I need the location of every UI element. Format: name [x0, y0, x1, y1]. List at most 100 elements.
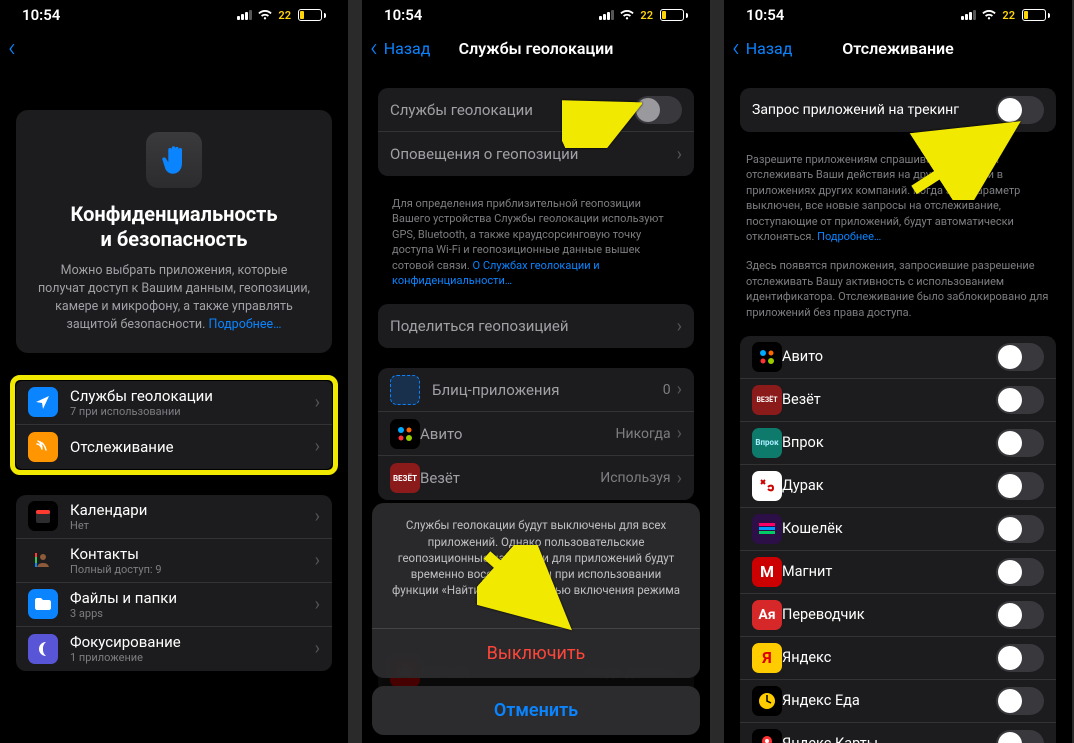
row-app-8[interactable]: Яндекс Еда — [740, 680, 1056, 723]
app-tracking-toggle[interactable] — [996, 515, 1044, 543]
row-tracking-toggle[interactable]: Запрос приложений на трекинг — [740, 88, 1056, 132]
chevron-right-icon: › — [677, 423, 682, 444]
row-label: Оповещения о геопозиции — [390, 145, 677, 163]
status-time: 10:54 — [746, 6, 784, 24]
row-tracking[interactable]: Отслеживание › — [16, 425, 332, 469]
screen-privacy: 10:54 22 ‹ Конфиденциальностьи безопасно… — [0, 0, 348, 743]
row-app-6[interactable]: АяПереводчик — [740, 594, 1056, 637]
chevron-right-icon: › — [315, 392, 320, 413]
chevron-right-icon: › — [315, 594, 320, 615]
app-icon: Впрок — [752, 428, 782, 458]
signal-icon — [599, 10, 614, 20]
tracking-apps-list: АвитоВЕЗЁТВезётВпрокВпрокДуракКошелёкММа… — [740, 336, 1056, 743]
app-tracking-toggle[interactable] — [996, 429, 1044, 457]
row-app-9[interactable]: Яндекс Карты — [740, 723, 1056, 743]
row-label: Авито — [782, 348, 996, 365]
location-arrow-icon — [28, 387, 58, 417]
app-tracking-toggle[interactable] — [996, 472, 1044, 500]
privacy-header-title: Конфиденциальностьи безопасность — [32, 202, 316, 252]
app-clips-icon — [390, 375, 420, 405]
back-chevron-icon[interactable]: ‹ — [0, 33, 22, 63]
row-label: Блиц-приложения — [432, 381, 663, 399]
row-label: Кошелёк — [782, 520, 996, 537]
wifi-icon — [981, 9, 997, 21]
battery-icon — [1022, 9, 1050, 21]
chevron-right-icon: › — [315, 550, 320, 571]
privacy-header-desc: Можно выбрать приложения, которые получа… — [32, 262, 316, 335]
app-tracking-toggle[interactable] — [996, 644, 1044, 672]
battery-icon — [298, 9, 326, 21]
row-label: Яндекс Карты — [782, 735, 996, 743]
back-button[interactable]: Назад — [746, 39, 793, 58]
row-app-7[interactable]: ЯЯндекс — [740, 637, 1056, 680]
row-location-alerts[interactable]: Оповещения о геопозиции › — [378, 132, 694, 176]
location-description: Для определения приблизительной геопозиц… — [362, 196, 710, 304]
row-sublabel: Полный доступ: 9 — [70, 563, 315, 576]
row-sublabel: 7 при использовании — [70, 405, 315, 418]
share-location-group: Поделиться геопозицией › — [378, 304, 694, 348]
row-app-clips[interactable]: Блиц-приложения 0 › — [378, 368, 694, 412]
sheet-message: Службы геолокации будут выключены для вс… — [372, 503, 700, 629]
back-button[interactable]: Назад — [384, 39, 431, 58]
app-tracking-toggle[interactable] — [996, 558, 1044, 586]
row-location-services[interactable]: Службы геолокации 7 при использовании › — [16, 381, 332, 425]
row-location-toggle[interactable]: Службы геолокации — [378, 88, 694, 132]
back-chevron-icon[interactable]: ‹ — [724, 33, 746, 63]
row-calendars[interactable]: КалендариНет › — [16, 495, 332, 539]
tracking-description-1: Разрешите приложениям спрашивать, можно … — [724, 152, 1072, 258]
row-sublabel: 1 приложение — [70, 651, 315, 664]
learn-more-link[interactable]: Подробнее… — [209, 317, 282, 332]
row-app-2[interactable]: ВпрокВпрок — [740, 422, 1056, 465]
row-avito[interactable]: Авито Никогда › — [378, 412, 694, 456]
row-focus[interactable]: Фокусирование1 приложение › — [16, 627, 332, 671]
row-label: Яндекс Еда — [782, 692, 996, 709]
app-tracking-toggle[interactable] — [996, 730, 1044, 743]
row-label: Отслеживание — [70, 438, 315, 456]
app-tracking-toggle[interactable] — [996, 386, 1044, 414]
chevron-right-icon: › — [315, 638, 320, 659]
row-label: Переводчик — [782, 606, 996, 623]
row-files[interactable]: Файлы и папки3 apps › — [16, 583, 332, 627]
location-apps-list: Блиц-приложения 0 › Авито Никогда › ВЕЗЁ… — [378, 368, 694, 500]
row-app-5[interactable]: ММагнит — [740, 551, 1056, 594]
row-app-4[interactable]: Кошелёк — [740, 508, 1056, 551]
tracking-description-2: Здесь появятся приложения, запросившие р… — [724, 258, 1072, 336]
location-services-toggle[interactable] — [634, 96, 682, 124]
row-label: Службы геолокации — [70, 387, 315, 405]
learn-more-link[interactable]: Подробнее… — [817, 230, 881, 243]
row-label: Фокусирование — [70, 633, 315, 651]
row-contacts[interactable]: КонтактыПолный доступ: 9 › — [16, 539, 332, 583]
row-label: Авито — [420, 425, 616, 443]
battery-percent: 22 — [1002, 9, 1015, 22]
chevron-right-icon: › — [677, 144, 682, 165]
privacy-hand-icon — [146, 132, 202, 188]
row-app-0[interactable]: Авито — [740, 336, 1056, 379]
row-app-3[interactable]: Дурак — [740, 465, 1056, 508]
row-label: Впрок — [782, 434, 996, 451]
app-icon: М — [752, 557, 782, 587]
cancel-button[interactable]: Отменить — [372, 686, 700, 735]
chevron-right-icon: › — [677, 316, 682, 337]
app-icon: Я — [752, 643, 782, 673]
moon-icon — [28, 634, 58, 664]
app-icon: ВЕЗЁТ — [752, 385, 782, 415]
row-label: Контакты — [70, 545, 315, 563]
app-icon — [752, 514, 782, 544]
row-app-1[interactable]: ВЕЗЁТВезёт — [740, 379, 1056, 422]
calendar-icon — [28, 501, 58, 531]
turn-off-button[interactable]: Выключить — [372, 629, 700, 678]
status-time: 10:54 — [22, 6, 60, 24]
app-tracking-toggle[interactable] — [996, 687, 1044, 715]
status-time: 10:54 — [384, 6, 422, 24]
row-value: 0 — [663, 382, 671, 398]
back-chevron-icon[interactable]: ‹ — [362, 33, 384, 63]
row-share-location[interactable]: Поделиться геопозицией › — [378, 304, 694, 348]
app-tracking-toggle[interactable] — [996, 601, 1044, 629]
chevron-right-icon: › — [315, 506, 320, 527]
chevron-right-icon: › — [677, 379, 682, 400]
row-label: Календари — [70, 501, 315, 519]
tracking-request-toggle[interactable] — [996, 96, 1044, 124]
app-tracking-toggle[interactable] — [996, 343, 1044, 371]
nav-bar: ‹ Назад Отслеживание — [724, 26, 1072, 70]
row-vezet[interactable]: ВЕЗЁТ Везёт Используя › — [378, 456, 694, 500]
